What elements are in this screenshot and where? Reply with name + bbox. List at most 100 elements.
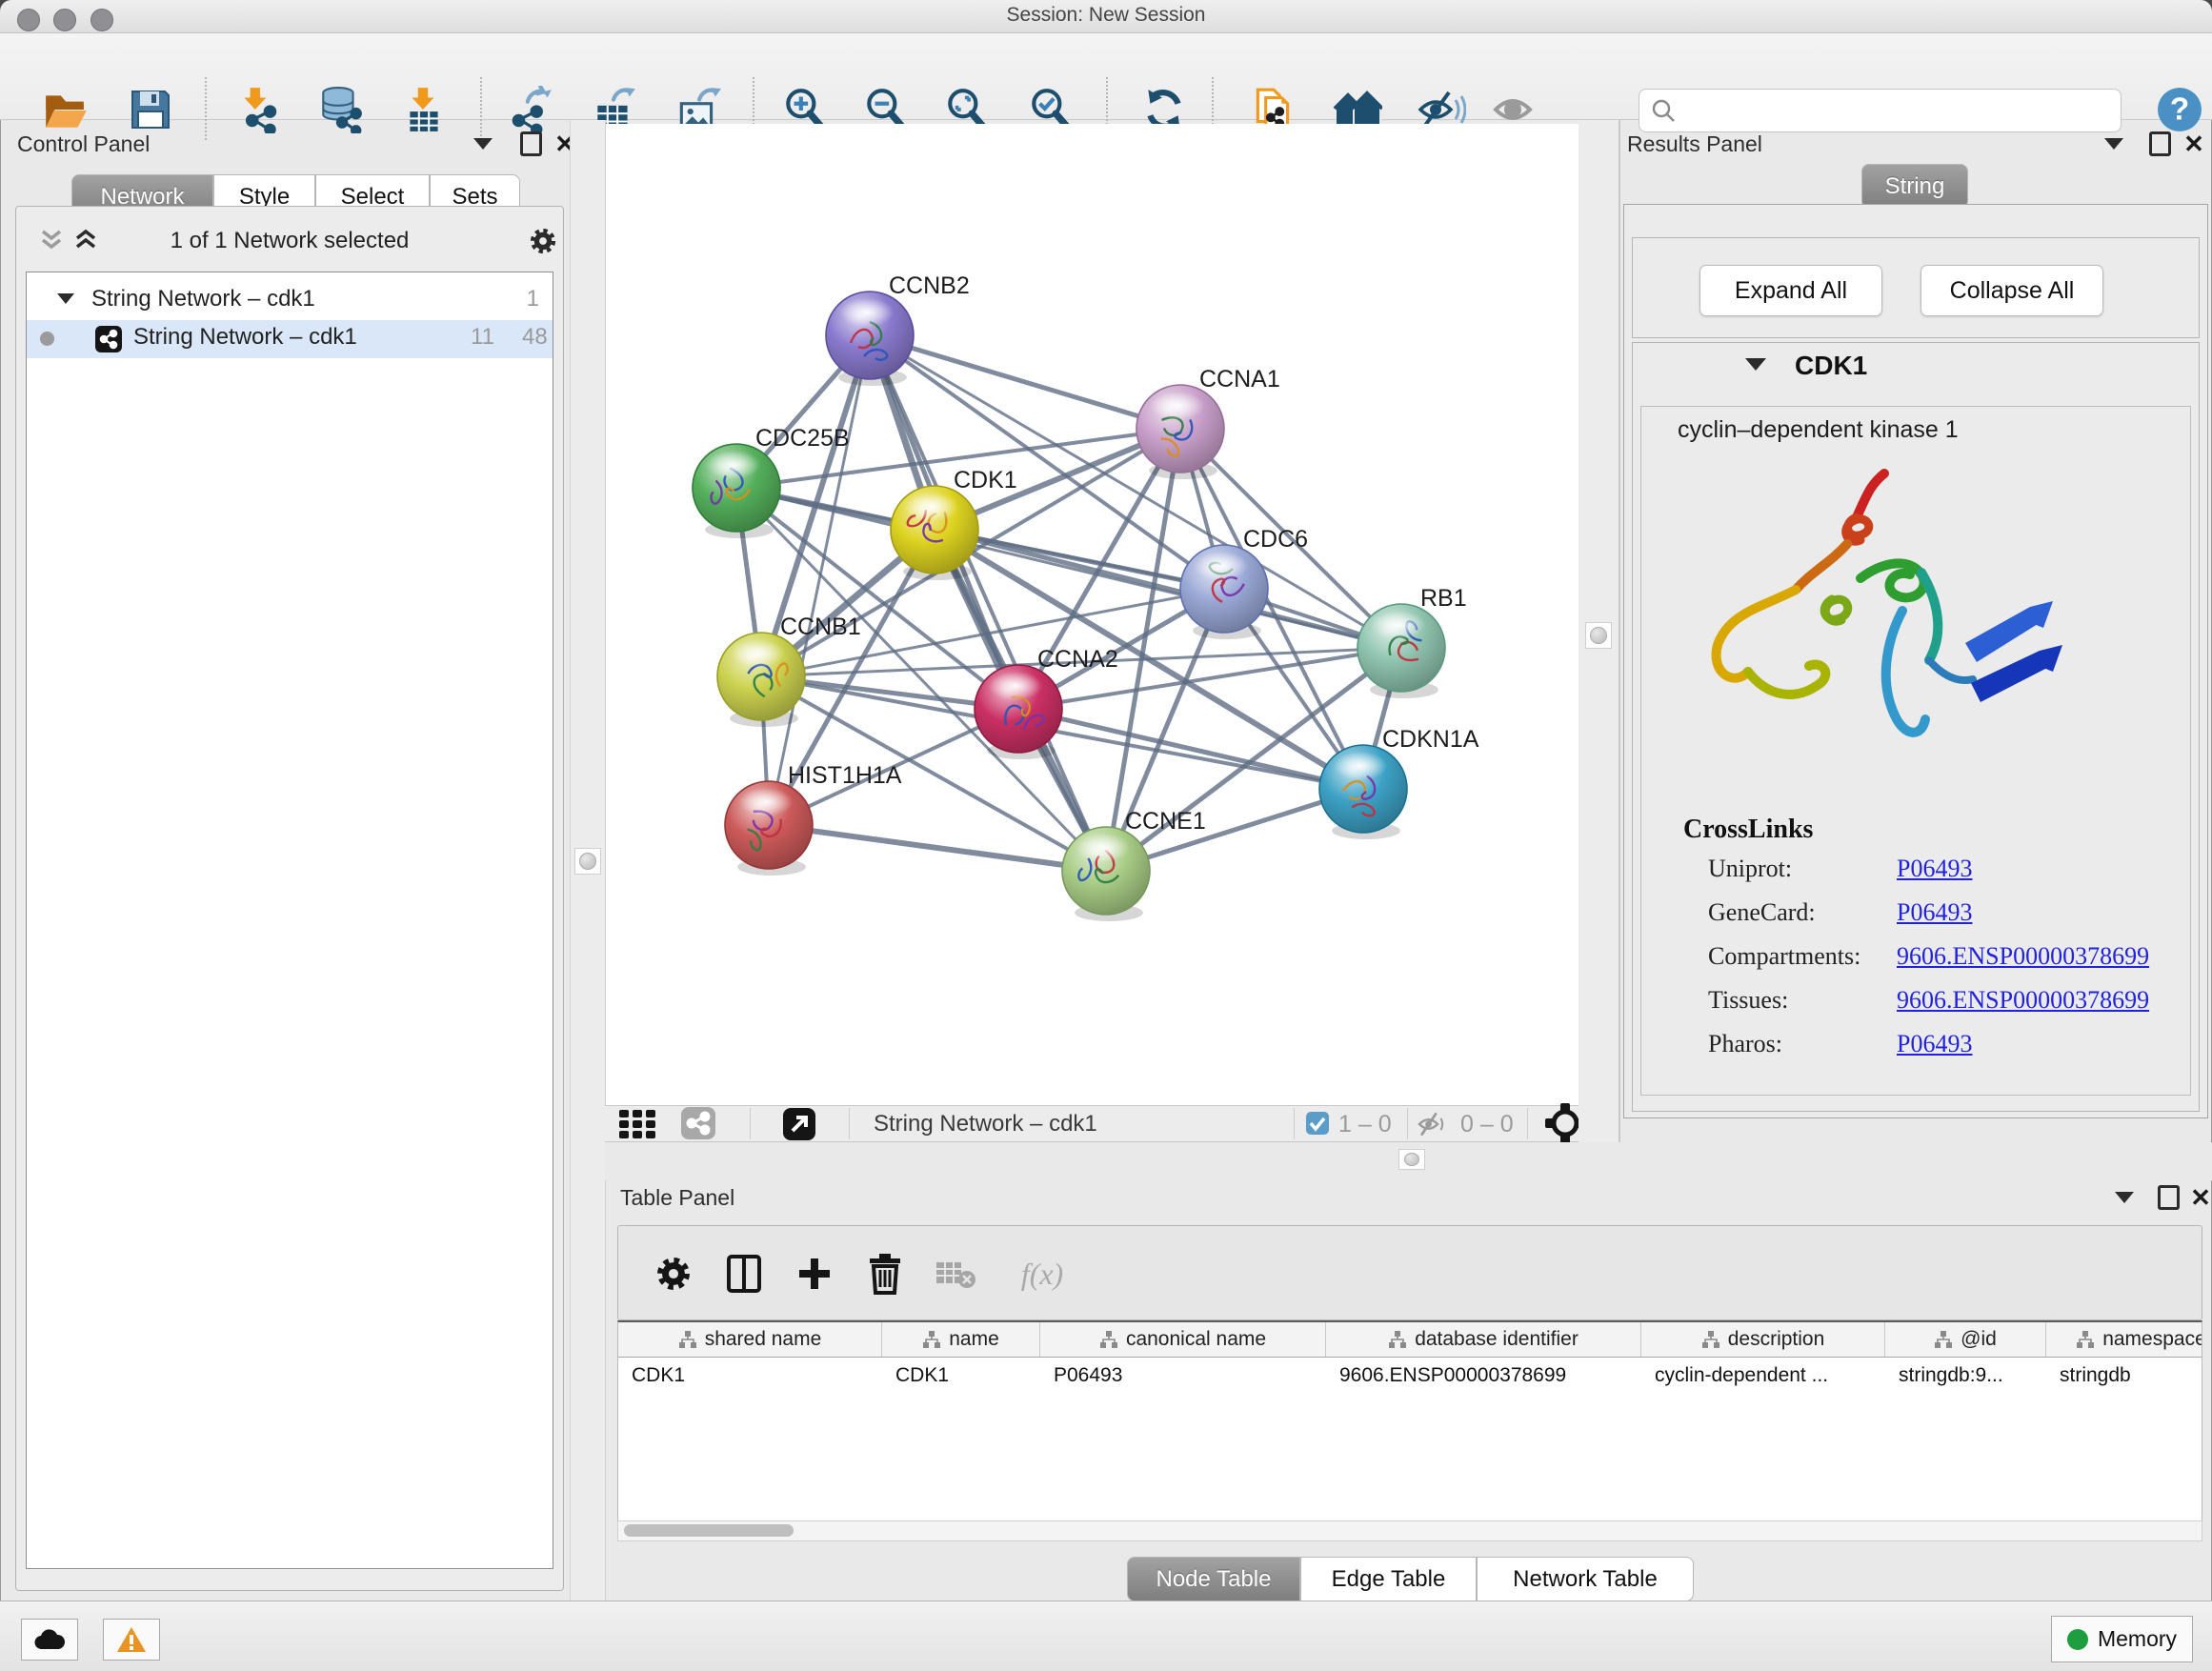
- network-row-selected[interactable]: String Network – cdk1 11 48: [27, 320, 553, 358]
- network-options-gear-icon[interactable]: [527, 225, 559, 257]
- network-edge-CCNB2-CCNA1[interactable]: [870, 335, 1180, 429]
- column-sort-icon[interactable]: [678, 1330, 697, 1349]
- table-cell[interactable]: cyclin-dependent ...: [1641, 1358, 1885, 1394]
- column-header-canonical-name[interactable]: canonical name: [1040, 1322, 1326, 1357]
- network-edge-HIST1H1A-CCNE1[interactable]: [769, 825, 1106, 871]
- network-canvas[interactable]: CCNB2CCNA1CDC25BCDK1CDC6RB1CCNB1CCNA2CDK…: [605, 124, 1579, 1105]
- table-cell[interactable]: stringdb: [2046, 1358, 2202, 1394]
- crosslink-label: Tissues:: [1708, 986, 1788, 1014]
- delete-column-button[interactable]: [860, 1249, 910, 1299]
- table-cell[interactable]: P06493: [1040, 1358, 1326, 1394]
- right-splitter-grip[interactable]: [1585, 622, 1612, 649]
- network-node-CDK1[interactable]: CDK1: [891, 467, 1017, 580]
- scrollbar-thumb[interactable]: [624, 1524, 794, 1537]
- control-panel-menu-button[interactable]: [469, 130, 497, 158]
- column-header-shared-name[interactable]: shared name: [618, 1322, 882, 1357]
- column-sort-icon[interactable]: [922, 1330, 941, 1349]
- function-builder-button[interactable]: f(x): [999, 1249, 1085, 1299]
- crosslink-link[interactable]: 9606.ENSP00000378699: [1897, 942, 2149, 971]
- grid-view-icon[interactable]: [618, 1109, 662, 1139]
- crosslink-row: GeneCard:P06493: [1708, 898, 2175, 942]
- column-sort-icon[interactable]: [1099, 1330, 1118, 1349]
- collapse-gene-icon[interactable]: [1745, 358, 1766, 371]
- table-panel-menu-button[interactable]: [2110, 1183, 2139, 1212]
- table-row[interactable]: CDK1CDK1P064939606.ENSP00000378699cyclin…: [618, 1358, 2202, 1394]
- show-columns-button[interactable]: [719, 1249, 769, 1299]
- crosslink-row: Uniprot:P06493: [1708, 855, 2175, 898]
- network-node-CCNB2[interactable]: CCNB2: [826, 272, 970, 386]
- crosslink-label: Pharos:: [1708, 1030, 1782, 1057]
- search-input[interactable]: [1683, 91, 2111, 128]
- network-collection-row[interactable]: String Network – cdk1 1: [27, 282, 553, 320]
- table-cell[interactable]: CDK1: [882, 1358, 1040, 1394]
- network-tab-content: 1 of 1 Network selected String Network –…: [15, 206, 564, 1591]
- crosslink-link[interactable]: P06493: [1897, 898, 1972, 927]
- control-panel-float-button[interactable]: [516, 130, 545, 158]
- plus-icon: [795, 1255, 834, 1293]
- network-node-CCNB1[interactable]: CCNB1: [717, 614, 861, 727]
- network-node-CCNA1[interactable]: CCNA1: [1136, 366, 1280, 479]
- table-header-row: shared namenamecanonical namedatabase id…: [618, 1322, 2202, 1358]
- results-panel-float-button[interactable]: [2145, 130, 2174, 158]
- column-sort-icon[interactable]: [2076, 1330, 2095, 1349]
- column-header--id[interactable]: @id: [1885, 1322, 2046, 1357]
- tab-network-table[interactable]: Network Table: [1477, 1557, 1694, 1601]
- collapse-all-button[interactable]: Collapse All: [1920, 265, 2103, 316]
- node-label-CDKN1A: CDKN1A: [1382, 726, 1479, 753]
- gene-symbol: CDK1: [1795, 351, 1867, 381]
- expand-all-button[interactable]: Expand All: [1699, 265, 1882, 316]
- network-node-RB1[interactable]: RB1: [1357, 585, 1467, 698]
- column-header-namespace[interactable]: namespace: [2046, 1322, 2202, 1357]
- results-panel-close-button[interactable]: ✕: [2180, 130, 2208, 158]
- detach-view-icon[interactable]: [781, 1106, 817, 1142]
- network-label: String Network – cdk1: [133, 324, 357, 351]
- column-header-database-identifier[interactable]: database identifier: [1326, 1322, 1641, 1357]
- delete-table-icon: [935, 1257, 976, 1291]
- tab-string[interactable]: String: [1861, 164, 1968, 209]
- network-node-CDKN1A[interactable]: CDKN1A: [1319, 726, 1479, 839]
- svg-text:?: ?: [2170, 91, 2189, 127]
- table-horizontal-scrollbar[interactable]: [617, 1520, 2202, 1541]
- cloud-icon: [33, 1628, 66, 1651]
- column-sort-icon[interactable]: [1701, 1330, 1720, 1349]
- results-panel-menu-button[interactable]: [2100, 130, 2128, 158]
- column-header-description[interactable]: description: [1641, 1322, 1885, 1357]
- table-panel-float-button[interactable]: [2154, 1183, 2182, 1212]
- gear-icon: [653, 1253, 694, 1295]
- cloud-status-button[interactable]: [21, 1619, 78, 1661]
- table-panel-title: Table Panel: [620, 1185, 734, 1211]
- fx-icon: f(x): [1021, 1257, 1063, 1292]
- memory-button[interactable]: Memory: [2051, 1616, 2193, 1662]
- crosslink-link[interactable]: P06493: [1897, 855, 1972, 883]
- string-network-icon: [95, 326, 122, 352]
- selected-checkbox-icon[interactable]: [1306, 1112, 1329, 1135]
- main-toolbar: ?: [0, 33, 2212, 120]
- protein-structure-image: [1679, 456, 2080, 799]
- column-header-name[interactable]: name: [882, 1322, 1040, 1357]
- table-cell[interactable]: stringdb:9...: [1885, 1358, 2046, 1394]
- column-sort-icon[interactable]: [1388, 1330, 1407, 1349]
- crosslink-link[interactable]: 9606.ENSP00000378699: [1897, 986, 2149, 1015]
- column-sort-icon[interactable]: [1934, 1330, 1953, 1349]
- network-view-title: String Network – cdk1: [874, 1111, 1097, 1137]
- selected-node-edge-count: 1 – 0: [1338, 1111, 1392, 1138]
- tree-expander-icon[interactable]: [57, 293, 74, 304]
- network-overview-icon[interactable]: [679, 1107, 717, 1139]
- table-cell[interactable]: 9606.ENSP00000378699: [1326, 1358, 1641, 1394]
- table-cell[interactable]: CDK1: [618, 1358, 882, 1394]
- table-options-button[interactable]: [649, 1249, 698, 1299]
- left-splitter-grip[interactable]: [574, 848, 601, 875]
- network-edge-CCNB2-CCNE1[interactable]: [870, 335, 1106, 871]
- network-edge-CCNA2-CDKN1A[interactable]: [1018, 709, 1363, 789]
- tab-node-table[interactable]: Node Table: [1127, 1557, 1300, 1601]
- tab-edge-table[interactable]: Edge Table: [1300, 1557, 1477, 1601]
- network-view-toolbar: String Network – cdk1 1 – 0 0 – 0: [605, 1105, 1579, 1142]
- table-panel-close-button[interactable]: ✕: [2186, 1183, 2212, 1212]
- create-column-button[interactable]: [790, 1249, 839, 1299]
- warnings-button[interactable]: [103, 1619, 160, 1661]
- gene-card-header[interactable]: CDK1: [1633, 343, 2199, 391]
- horizontal-splitter-grip[interactable]: [1398, 1149, 1425, 1170]
- clear-table-button[interactable]: [931, 1249, 980, 1299]
- network-node-HIST1H1A[interactable]: HIST1H1A: [725, 762, 902, 876]
- crosslink-link[interactable]: P06493: [1897, 1030, 1972, 1058]
